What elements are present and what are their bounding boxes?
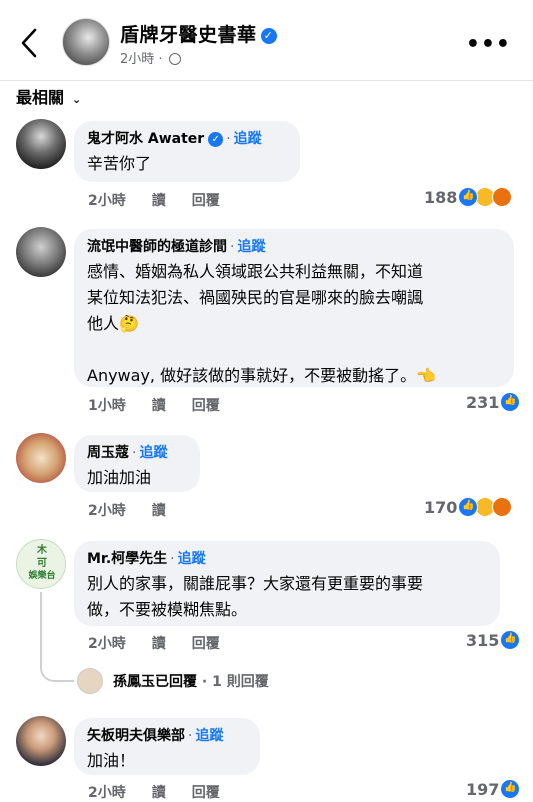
commenter-name[interactable]: Mr.柯學先生	[87, 551, 167, 567]
comment-time[interactable]: 2小時	[88, 503, 126, 519]
post-header: 盾牌牙醫史書華 ✓ 2小時 · •••	[0, 0, 533, 80]
reaction-summary[interactable]: 197	[466, 779, 521, 799]
reply-button[interactable]: 回覆	[192, 785, 220, 801]
chevron-down-icon: ⌄	[72, 93, 82, 106]
comment-text: 辛苦你了	[87, 154, 152, 173]
avatar[interactable]: 木 可 娛樂台	[16, 539, 66, 589]
avatar-logo-line: 木	[37, 545, 47, 556]
commenter-name[interactable]: 周玉蔻	[87, 445, 129, 461]
comment-time[interactable]: 2小時	[88, 636, 126, 652]
comment-bubble: 鬼才阿水 Awater ✓ · 追蹤 辛苦你了	[74, 121, 300, 182]
back-arrow-icon[interactable]	[18, 26, 42, 60]
reaction-count: 170	[424, 497, 458, 517]
reaction-summary[interactable]: 188	[424, 187, 513, 207]
comment-time[interactable]: 1小時	[88, 398, 126, 414]
reaction-count: 188	[424, 187, 458, 207]
follow-button[interactable]: 追蹤	[234, 131, 262, 147]
comment-bubble: 流氓中醫師的極道診間 · 追蹤 感情、婚姻為私人領域跟公共利益無關，不知道 某位知法…	[74, 229, 514, 387]
read-button[interactable]: 讀	[152, 193, 166, 209]
comment-time[interactable]: 2小時	[88, 193, 126, 209]
reaction-summary[interactable]: 170	[424, 497, 513, 517]
read-button[interactable]: 讀	[152, 785, 166, 801]
reaction-summary[interactable]: 231	[466, 392, 521, 412]
view-replies-link[interactable]: 孫鳳玉已回覆 · 1 則回覆	[113, 671, 269, 691]
comment-actions: 2小時 讀 回覆	[88, 190, 246, 210]
like-icon	[500, 779, 521, 799]
reaction-summary[interactable]: 315	[466, 630, 521, 650]
separator-dot: ·	[226, 131, 231, 147]
follow-button[interactable]: 追蹤	[178, 551, 206, 567]
avatar[interactable]	[16, 433, 66, 483]
comment-actions: 2小時 讀 回覆	[88, 782, 246, 802]
follow-button[interactable]: 追蹤	[237, 239, 265, 255]
globe-icon	[168, 53, 181, 65]
sort-label: 最相關	[16, 88, 65, 107]
follow-button[interactable]: 追蹤	[139, 445, 167, 461]
read-button[interactable]: 讀	[152, 636, 166, 652]
comment-text: 加油！	[87, 751, 136, 770]
comment-actions: 2小時 讀	[88, 500, 192, 520]
meta-separator: ·	[158, 52, 163, 67]
comment-actions: 1小時 讀 回覆	[88, 395, 246, 415]
reaction-count: 315	[466, 630, 500, 650]
like-icon	[458, 497, 479, 517]
replier-name: 孫鳳玉已回覆	[113, 674, 197, 690]
avatar[interactable]	[16, 227, 66, 277]
like-icon	[500, 392, 521, 412]
page-name: 盾牌牙醫史書華	[120, 24, 257, 46]
comment-bubble: 矢板明夫俱樂部 · 追蹤 加油！	[74, 718, 260, 775]
page-avatar[interactable]	[62, 18, 110, 66]
reply-button[interactable]: 回覆	[192, 398, 220, 414]
commenter-name[interactable]: 矢板明夫俱樂部	[87, 728, 185, 744]
reaction-count: 231	[466, 392, 500, 412]
avatar[interactable]	[77, 668, 103, 694]
separator-dot: ·	[170, 551, 175, 567]
like-icon	[500, 630, 521, 650]
angry-icon	[492, 497, 513, 517]
commenter-name[interactable]: 鬼才阿水 Awater	[87, 131, 204, 147]
post-meta: 2小時 ·	[120, 48, 181, 67]
thread-connector	[40, 592, 74, 682]
comment-time[interactable]: 2小時	[88, 785, 126, 801]
angry-icon	[492, 187, 513, 207]
separator-dot: ·	[230, 239, 235, 255]
comment-bubble: 周玉蔻 · 追蹤 加油加油	[74, 435, 200, 492]
avatar-logo-line: 可	[37, 558, 47, 569]
reply-button[interactable]: 回覆	[192, 193, 220, 209]
avatar[interactable]	[16, 716, 66, 766]
separator-dot: ·	[188, 728, 193, 744]
read-button[interactable]: 讀	[152, 398, 166, 414]
verified-badge-icon: ✓	[260, 28, 277, 44]
comment-text: 別人的家事，關誰屁事？大家還有更重要的事要 做，不要被模糊焦點。	[87, 574, 424, 619]
comment-text: 加油加油	[87, 468, 152, 487]
avatar[interactable]	[16, 119, 66, 169]
comment-bubble: Mr.柯學先生 · 追蹤 別人的家事，關誰屁事？大家還有更重要的事要 做，不要被模糊…	[74, 541, 500, 626]
reply-button[interactable]: 回覆	[192, 636, 220, 652]
reply-count: 1 則回覆	[212, 674, 269, 690]
reaction-count: 197	[466, 779, 500, 799]
commenter-name[interactable]: 流氓中醫師的極道診間	[87, 239, 227, 255]
avatar-logo-line: 娛樂台	[28, 571, 56, 581]
read-button[interactable]: 讀	[152, 503, 166, 519]
like-icon	[458, 187, 479, 207]
sort-selector[interactable]: 最相關 ⌄	[16, 84, 81, 108]
post-time[interactable]: 2小時	[120, 52, 154, 67]
follow-button[interactable]: 追蹤	[195, 728, 223, 744]
avatar-logo-text: 木 可 娛樂台	[17, 544, 65, 583]
header-divider	[0, 80, 533, 81]
more-options-icon[interactable]: •••	[466, 32, 511, 57]
verified-badge-icon: ✓	[208, 132, 224, 147]
comment-actions: 2小時 讀 回覆	[88, 633, 246, 653]
separator-dot: ·	[132, 445, 137, 461]
comment-text: 感情、婚姻為私人領域跟公共利益無關，不知道 某位知法犯法、禍國殃民的官是哪來的臉…	[87, 262, 437, 385]
page-name-link[interactable]: 盾牌牙醫史書華 ✓	[120, 20, 277, 47]
separator-dot: ·	[201, 674, 208, 690]
